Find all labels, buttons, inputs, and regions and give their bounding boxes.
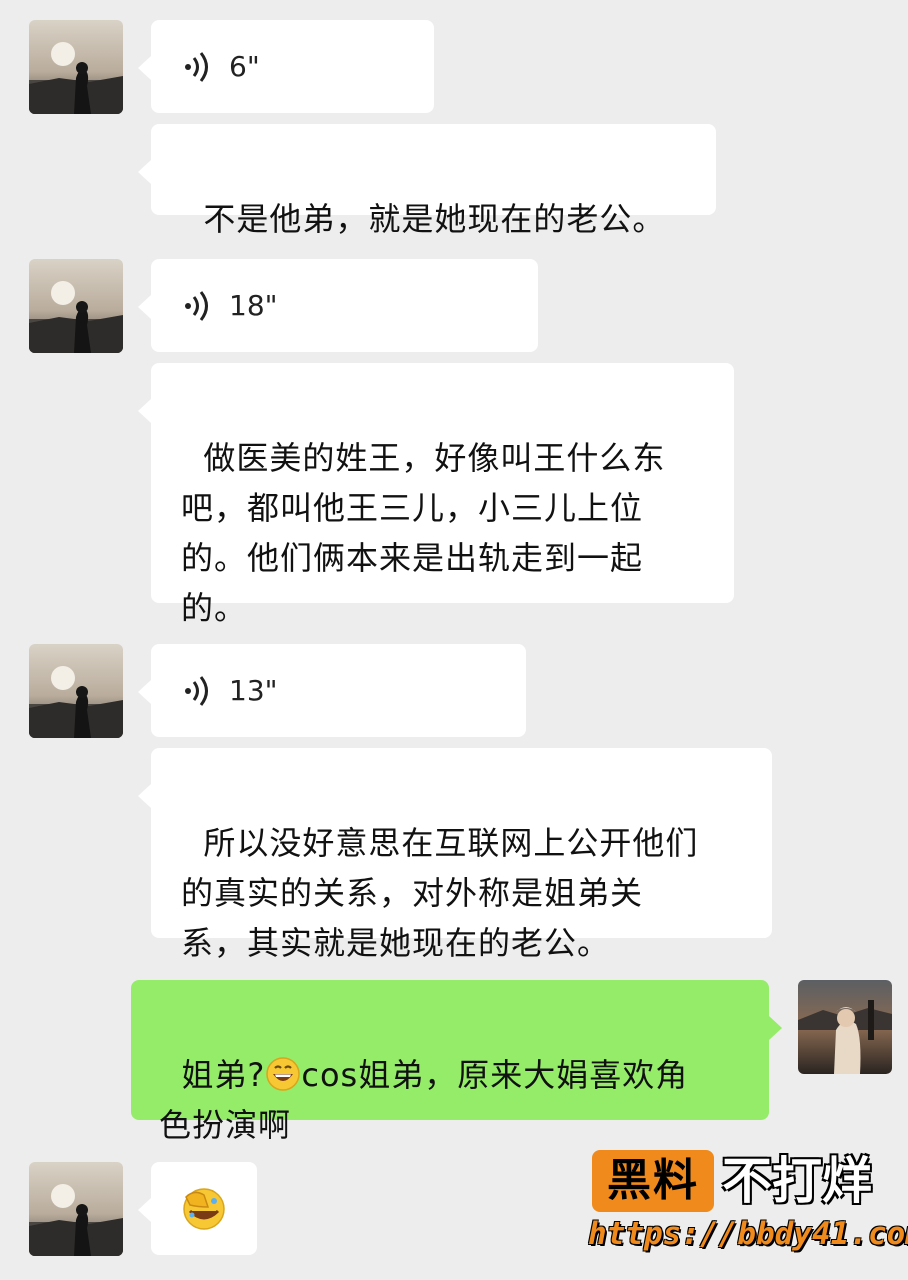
contact-avatar[interactable] [29, 20, 123, 114]
message-text-before: 姐弟? [181, 1056, 266, 1094]
message-text: 所以没好意思在互联网上公开他们 的真实的关系，对外称是姐弟关 系，其实就是她现在… [181, 824, 699, 962]
message-bubble[interactable]: 做医美的姓王，好像叫王什么东 吧，都叫他王三儿，小三儿上位 的。他们俩本来是出轨… [138, 363, 734, 627]
contact-avatar[interactable] [29, 1162, 123, 1256]
watermark-title: 不打烊 [722, 1152, 872, 1210]
message-text: 不是他弟，就是她现在的老公。 [203, 200, 666, 238]
voice-duration: 18" [229, 288, 278, 322]
voice-message-bubble[interactable]: 18" [138, 259, 538, 352]
message-text: 做医美的姓王，好像叫王什么东 吧，都叫他王三儿，小三儿上位 的。他们俩本来是出轨… [181, 439, 666, 627]
voice-duration: 13" [229, 673, 278, 707]
watermark-url: https://bbdy41.com [588, 1216, 908, 1252]
grinning-emoji-icon [266, 1057, 301, 1091]
user-avatar[interactable] [798, 980, 892, 1074]
contact-avatar[interactable] [29, 259, 123, 353]
contact-avatar[interactable] [29, 644, 123, 738]
message-bubble[interactable]: 所以没好意思在互联网上公开他们 的真实的关系，对外称是姐弟关 系，其实就是她现在… [138, 748, 772, 962]
voice-duration: 6" [229, 49, 260, 83]
watermark: 黑料 不打烊 https://bbdy41.com [588, 1150, 908, 1260]
outgoing-message-bubble[interactable]: 姐弟? cos姐弟，原来大娟喜欢角 色扮演啊 [131, 980, 782, 1144]
message-bubble[interactable]: 不是他弟，就是她现在的老公。 [138, 124, 716, 238]
voice-wave-icon [185, 675, 208, 706]
voice-message-bubble[interactable]: 6" [138, 20, 434, 113]
voice-wave-icon [185, 290, 208, 321]
voice-message-bubble[interactable]: 13" [138, 644, 526, 737]
facepalm-laughing-emoji-icon [183, 1188, 225, 1230]
voice-wave-icon [185, 51, 208, 82]
emoji-message-bubble[interactable] [138, 1162, 257, 1255]
watermark-badge: 黑料 [592, 1150, 714, 1212]
